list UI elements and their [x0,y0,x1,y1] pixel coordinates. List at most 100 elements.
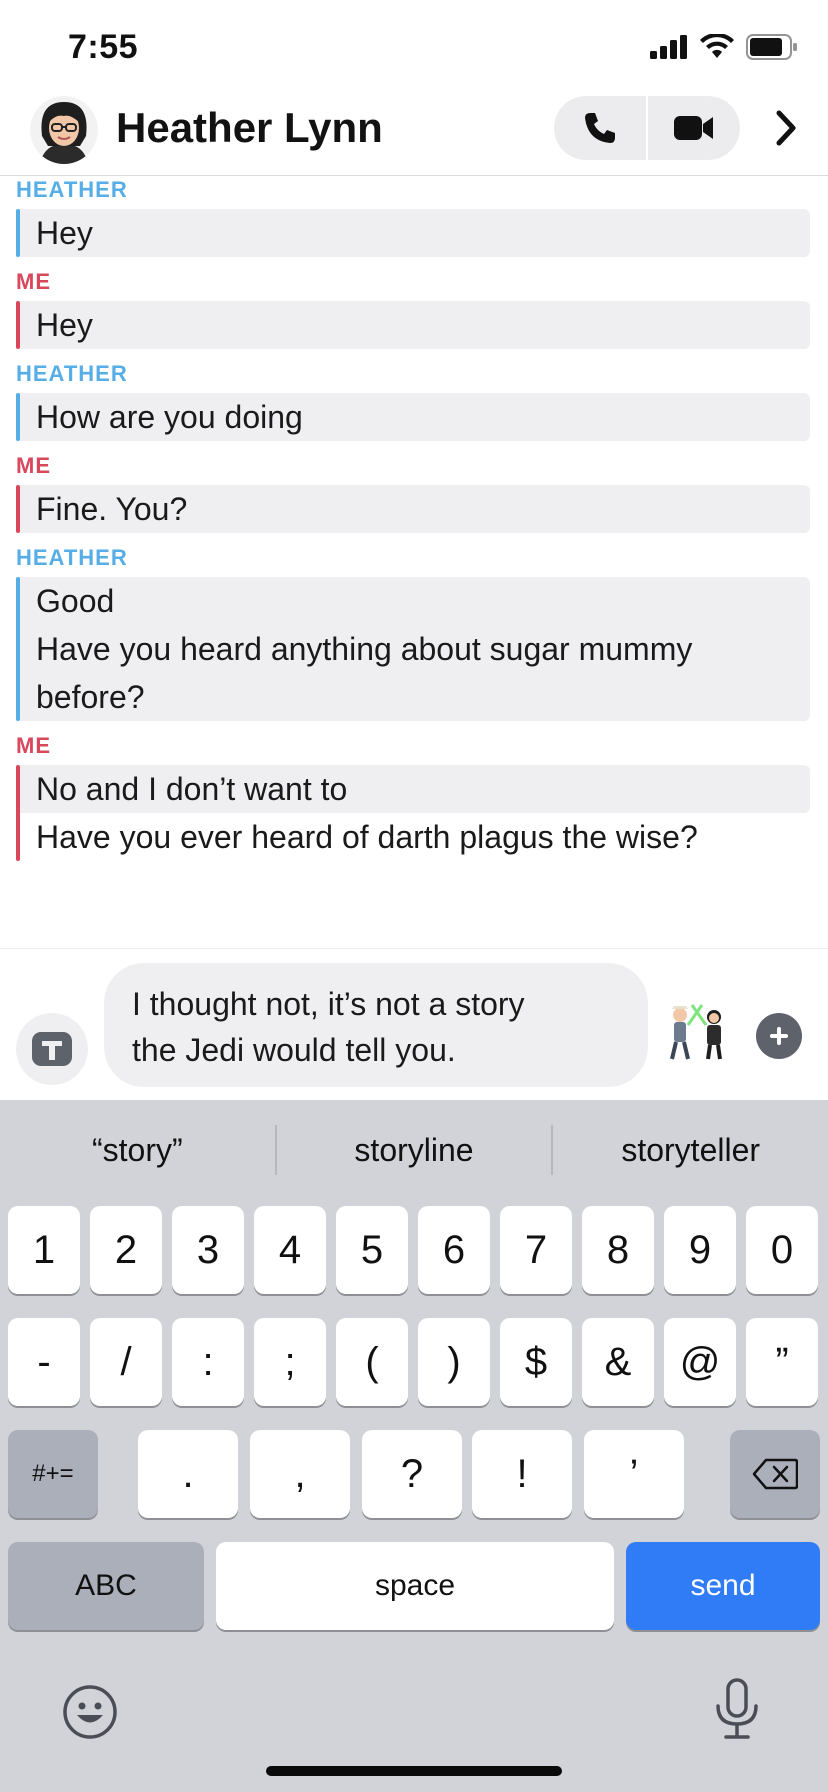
suggestion-item[interactable]: “story” [0,1132,275,1169]
key-colon[interactable]: : [172,1318,244,1406]
phone-icon [585,113,615,143]
emoji-button[interactable] [62,1684,118,1745]
abc-key[interactable]: ABC [8,1542,204,1630]
message-bubble[interactable]: Hey [16,209,828,257]
delete-key[interactable] [730,1430,820,1518]
battery-icon [746,34,797,60]
microphone-icon [716,1678,758,1739]
key-1[interactable]: 1 [8,1206,80,1294]
bitmoji-sticker-icon [670,1004,722,1060]
more-button[interactable] [766,108,806,148]
message-text: before? [20,673,810,721]
plus-icon [770,1027,788,1045]
home-indicator[interactable] [266,1766,562,1776]
message-text: Have you heard anything about sugar mumm… [20,625,810,673]
message-text: No and I don’t want to [20,765,810,813]
message-composer: I thought not, it’s not a story the Jedi… [0,948,828,1100]
sender-label: ME [16,453,51,478]
suggestion-item[interactable]: storyteller [553,1132,828,1169]
symbols-toggle-key[interactable]: #+= [8,1430,98,1518]
key-0[interactable]: 0 [746,1206,818,1294]
key-exclamation[interactable]: ! [472,1430,572,1518]
key-question[interactable]: ? [362,1430,462,1518]
wifi-icon [700,34,734,58]
cellular-signal-icon [650,35,687,59]
video-camera-icon [674,116,713,140]
message-text: How are you doing [20,393,810,441]
contact-name[interactable]: Heather Lynn [116,104,383,152]
key-7[interactable]: 7 [500,1206,572,1294]
message-text: Hey [20,209,810,257]
message-group: ME Hey [0,269,828,349]
keyboard: “story” storyline storyteller 1 2 3 4 5 … [0,1100,828,1792]
key-8[interactable]: 8 [582,1206,654,1294]
key-at[interactable]: @ [664,1318,736,1406]
message-group: ME Fine. You? [0,453,828,533]
space-key[interactable]: space [216,1542,614,1630]
message-group: HEATHER Good Have you heard anything abo… [0,545,828,721]
key-3[interactable]: 3 [172,1206,244,1294]
message-text: Hey [20,301,810,349]
status-icons [650,34,798,60]
message-group: ME No and I don’t want to Have you ever … [0,733,828,861]
message-group: HEATHER Hey [0,177,828,257]
send-key[interactable]: send [626,1542,820,1630]
message-bubble[interactable]: How are you doing [16,393,828,441]
text-mode-button[interactable] [16,1013,88,1085]
sender-bar [16,485,20,533]
suggestion-bar: “story” storyline storyteller [0,1100,828,1200]
key-ampersand[interactable]: & [582,1318,654,1406]
sender-bar [16,765,20,861]
video-call-button[interactable] [648,96,740,160]
sender-bar [16,577,20,721]
add-button[interactable] [756,1013,802,1059]
status-time: 7:55 [68,28,139,66]
message-text: Good [20,577,810,625]
chevron-right-icon [776,110,796,146]
sender-bar [16,301,20,349]
text-t-icon [32,1032,72,1066]
status-bar: 7:55 [0,0,828,96]
sender-label: ME [16,733,51,758]
sender-bar [16,209,20,257]
key-2[interactable]: 2 [90,1206,162,1294]
key-open-paren[interactable]: ( [336,1318,408,1406]
key-semicolon[interactable]: ; [254,1318,326,1406]
message-bubble[interactable]: Hey [16,301,828,349]
key-hyphen[interactable]: - [8,1318,80,1406]
message-input[interactable]: I thought not, it’s not a story the Jedi… [104,963,648,1087]
dictation-button[interactable] [714,1678,760,1745]
chat-header: Heather Lynn [0,96,828,176]
key-dollar[interactable]: $ [500,1318,572,1406]
key-5[interactable]: 5 [336,1206,408,1294]
key-apostrophe[interactable]: ’ [584,1430,684,1518]
avatar[interactable] [30,96,98,164]
voice-call-button[interactable] [554,96,646,160]
message-list: HEATHER Hey ME Hey HEATHER How are you d… [0,177,828,873]
sender-bar [16,393,20,441]
bitmoji-avatar-icon [30,96,98,164]
sender-label: HEATHER [16,177,128,202]
sender-label: HEATHER [16,361,128,386]
key-close-paren[interactable]: ) [418,1318,490,1406]
key-9[interactable]: 9 [664,1206,736,1294]
message-bubble[interactable]: No and I don’t want to Have you ever hea… [16,765,828,861]
message-bubble[interactable]: Fine. You? [16,485,828,533]
suggestion-item[interactable]: storyline [277,1132,552,1169]
message-bubble[interactable]: Good Have you heard anything about sugar… [16,577,828,721]
key-quote[interactable]: ” [746,1318,818,1406]
backspace-icon [752,1458,798,1490]
bitmoji-button[interactable] [662,995,732,1065]
sender-label: ME [16,269,51,294]
key-slash[interactable]: / [90,1318,162,1406]
message-text: Fine. You? [20,485,810,533]
key-period[interactable]: . [138,1430,238,1518]
message-text: Have you ever heard of darth plagus the … [36,819,698,855]
key-comma[interactable]: , [250,1430,350,1518]
call-button-group [554,96,740,160]
key-4[interactable]: 4 [254,1206,326,1294]
sender-label: HEATHER [16,545,128,570]
emoji-icon [63,1685,117,1739]
message-group: HEATHER How are you doing [0,361,828,441]
key-6[interactable]: 6 [418,1206,490,1294]
